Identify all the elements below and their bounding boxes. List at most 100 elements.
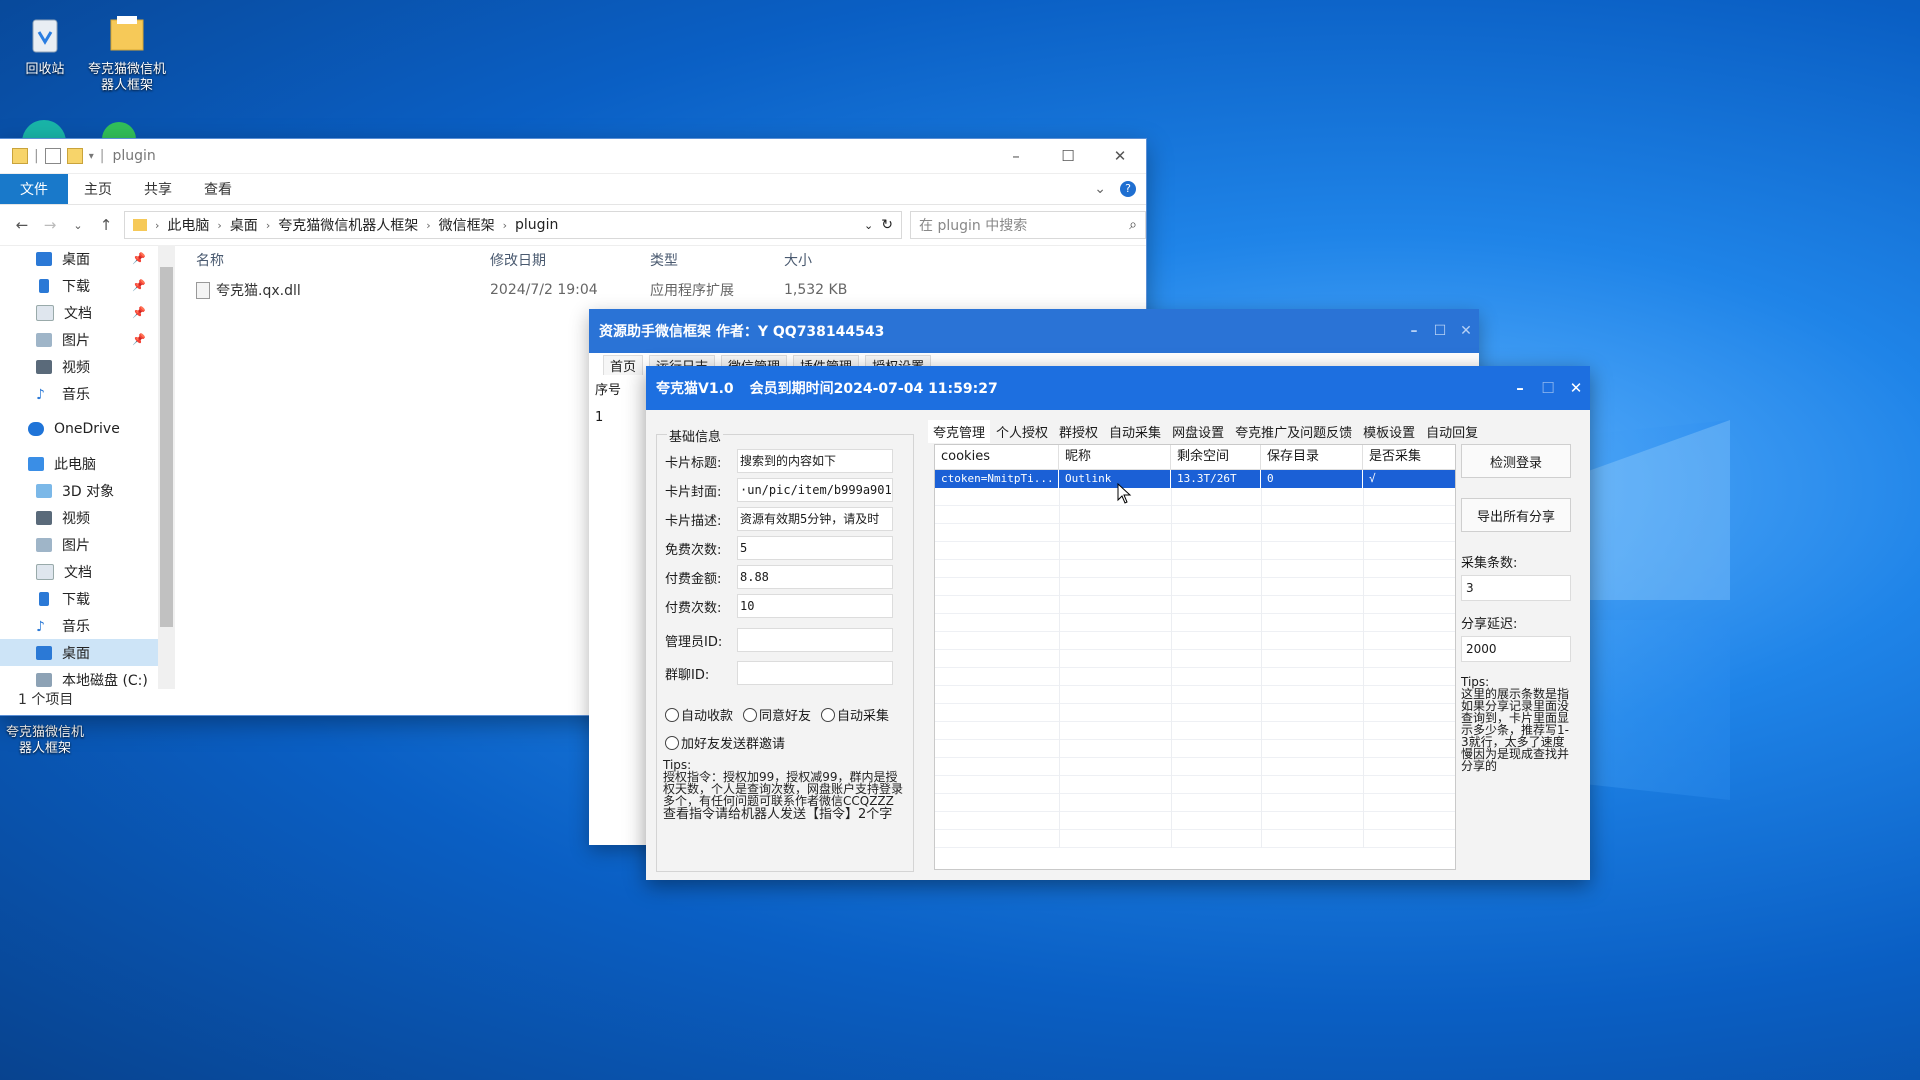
card-desc-input[interactable]: 资源有效期5分钟，请及时 bbox=[737, 507, 893, 531]
empty-grid-rows bbox=[935, 488, 1455, 848]
maximize-icon[interactable]: ☐ bbox=[1042, 147, 1094, 165]
nav-item-desktop-pc[interactable]: 桌面 bbox=[0, 639, 158, 666]
nav-item-documents[interactable]: 文档 📌 bbox=[0, 299, 158, 326]
explorer-title: plugin bbox=[112, 148, 156, 164]
window-title: 资源助手微信框架 作者：Y QQ738144543 bbox=[599, 324, 885, 340]
breadcrumb-item[interactable]: 夸克猫微信机器人框架 bbox=[278, 215, 418, 235]
column-cookies[interactable]: cookies bbox=[935, 445, 1059, 469]
close-icon[interactable]: ✕ bbox=[1453, 323, 1479, 339]
card-cover-input[interactable]: ·un/pic/item/b999a9014c bbox=[737, 478, 893, 502]
tab-template-settings[interactable]: 模板设置 bbox=[1358, 420, 1421, 443]
nav-scrollbar[interactable] bbox=[158, 245, 175, 689]
nav-item-videos-pc[interactable]: 视频 bbox=[0, 504, 158, 531]
collect-count-input[interactable]: 3 bbox=[1461, 575, 1571, 601]
tab-auto-collect[interactable]: 自动采集 bbox=[1104, 420, 1167, 443]
export-all-shares-button[interactable]: 导出所有分享 bbox=[1461, 498, 1571, 532]
ribbon-tab-share[interactable]: 共享 bbox=[128, 174, 188, 204]
search-input[interactable]: 在 plugin 中搜索 ⌕ bbox=[910, 211, 1146, 239]
invite-after-add-radio[interactable]: 加好友发送群邀请 bbox=[665, 733, 785, 752]
quark-framework-folder-shortcut[interactable]: 夸克猫微信机器人框架 bbox=[82, 10, 172, 94]
forward-arrow-icon[interactable]: → bbox=[40, 216, 60, 234]
ribbon-tab-view[interactable]: 查看 bbox=[188, 174, 248, 204]
tab-auto-reply[interactable]: 自动回复 bbox=[1421, 420, 1484, 443]
explorer-titlebar[interactable]: | ▾ | plugin – ☐ ✕ bbox=[0, 139, 1146, 174]
column-free-space[interactable]: 剩余空间 bbox=[1171, 445, 1261, 469]
chevron-down-icon[interactable]: ⌄ bbox=[864, 219, 873, 232]
tab-group-auth[interactable]: 群授权 bbox=[1054, 420, 1104, 443]
column-save-dir[interactable]: 保存目录 bbox=[1261, 445, 1363, 469]
help-icon[interactable]: ? bbox=[1120, 181, 1136, 197]
address-bar[interactable]: › 此电脑 › 桌面 › 夸克猫微信机器人框架 › 微信框架 › plugin ⌄ ↻ bbox=[124, 211, 902, 239]
column-date[interactable]: 修改日期 bbox=[490, 250, 650, 270]
column-nickname[interactable]: 昵称 bbox=[1059, 445, 1171, 469]
close-icon[interactable]: ✕ bbox=[1562, 379, 1590, 397]
breadcrumb-item[interactable]: plugin bbox=[515, 217, 558, 233]
nav-item-onedrive[interactable]: OneDrive bbox=[0, 415, 158, 442]
recycle-bin-shortcut[interactable]: 回收站 bbox=[0, 10, 90, 78]
close-icon[interactable]: ✕ bbox=[1094, 147, 1146, 165]
quark-framework-shortcut[interactable]: 夸克猫微信机器人框架 bbox=[0, 725, 90, 757]
nav-item-downloads-pc[interactable]: 下载 bbox=[0, 585, 158, 612]
tab-personal-auth[interactable]: 个人授权 bbox=[991, 420, 1054, 443]
up-arrow-icon[interactable]: ↑ bbox=[96, 216, 116, 234]
tab-home[interactable]: 首页 bbox=[603, 355, 644, 375]
desktop-icon bbox=[36, 645, 52, 660]
nav-item-this-pc[interactable]: 此电脑 bbox=[0, 450, 158, 477]
folder-icon bbox=[66, 148, 83, 164]
ribbon-tab-home[interactable]: 主页 bbox=[68, 174, 128, 204]
tab-promotion-feedback[interactable]: 夸克推广及问题反馈 bbox=[1230, 420, 1358, 443]
column-collect[interactable]: 是否采集 bbox=[1363, 445, 1453, 469]
chevron-down-icon[interactable]: ▾ bbox=[89, 151, 94, 162]
folder-icon bbox=[12, 148, 28, 164]
table-row[interactable]: ctoken=NmitpTi... Outlink 13.3T/26T 0 √ bbox=[935, 470, 1455, 488]
nav-item-pictures[interactable]: 图片 📌 bbox=[0, 326, 158, 353]
free-count-input[interactable]: 5 bbox=[737, 536, 893, 560]
minimize-icon[interactable]: – bbox=[1506, 379, 1534, 397]
file-row[interactable]: 夸克猫.qx.dll 2024/7/2 19:04 应用程序扩展 1,532 K… bbox=[196, 275, 1146, 305]
scrollbar-thumb[interactable] bbox=[160, 267, 173, 627]
tab-quark-manage[interactable]: 夸克管理 bbox=[928, 420, 991, 443]
quark-cat-window[interactable]: 夸克猫V1.0 会员到期时间2024-07-04 11:59:27 – ☐ ✕ … bbox=[646, 366, 1590, 880]
admin-id-input[interactable] bbox=[737, 628, 893, 652]
refresh-icon[interactable]: ↻ bbox=[881, 217, 893, 233]
nav-item-desktop[interactable]: 桌面 📌 bbox=[0, 245, 158, 272]
pay-amount-input[interactable]: 8.88 bbox=[737, 565, 893, 589]
column-type[interactable]: 类型 bbox=[650, 250, 784, 270]
column-divider bbox=[1171, 488, 1172, 848]
maximize-icon[interactable]: ☐ bbox=[1427, 323, 1453, 339]
recent-chevron-icon[interactable]: ⌄ bbox=[68, 219, 88, 232]
nav-item-3d-objects[interactable]: 3D 对象 bbox=[0, 477, 158, 504]
nav-item-documents-pc[interactable]: 文档 bbox=[0, 558, 158, 585]
pay-amount-row: 付费金额: 8.88 bbox=[665, 565, 893, 589]
group-id-row: 群聊ID: bbox=[665, 661, 893, 685]
nav-item-music-pc[interactable]: ♪ 音乐 bbox=[0, 612, 158, 639]
tab-netdisk-settings[interactable]: 网盘设置 bbox=[1167, 420, 1230, 443]
nav-item-downloads[interactable]: 下载 📌 bbox=[0, 272, 158, 299]
quark-cat-titlebar[interactable]: 夸克猫V1.0 会员到期时间2024-07-04 11:59:27 – ☐ ✕ bbox=[646, 366, 1590, 410]
check-login-button[interactable]: 检测登录 bbox=[1461, 444, 1571, 478]
accept-friend-radio[interactable]: 同意好友 bbox=[743, 705, 811, 724]
column-name[interactable]: 名称 bbox=[196, 250, 490, 270]
nav-item-pictures-pc[interactable]: 图片 bbox=[0, 531, 158, 558]
auto-collect-payment-radio[interactable]: 自动收款 bbox=[665, 705, 733, 724]
maximize-icon[interactable]: ☐ bbox=[1534, 379, 1562, 397]
minimize-icon[interactable]: – bbox=[990, 147, 1042, 165]
back-arrow-icon[interactable]: ← bbox=[12, 216, 32, 234]
group-id-input[interactable] bbox=[737, 661, 893, 685]
card-cover-row: 卡片封面: ·un/pic/item/b999a9014c bbox=[665, 478, 893, 502]
minimize-icon[interactable]: – bbox=[1401, 323, 1427, 339]
resource-helper-titlebar[interactable]: 资源助手微信框架 作者：Y QQ738144543 – ☐ ✕ bbox=[589, 309, 1479, 353]
breadcrumb-item[interactable]: 微信框架 bbox=[439, 215, 495, 235]
share-delay-input[interactable]: 2000 bbox=[1461, 636, 1571, 662]
checkbox-icon[interactable] bbox=[44, 148, 61, 164]
breadcrumb-item[interactable]: 桌面 bbox=[230, 215, 258, 235]
ribbon-tab-file[interactable]: 文件 bbox=[0, 174, 68, 204]
column-size[interactable]: 大小 bbox=[784, 250, 874, 270]
nav-item-music[interactable]: ♪ 音乐 bbox=[0, 380, 158, 407]
expand-ribbon-icon[interactable]: ⌄ bbox=[1094, 181, 1106, 197]
auto-collect-radio[interactable]: 自动采集 bbox=[821, 705, 889, 724]
card-title-input[interactable]: 搜索到的内容如下 bbox=[737, 449, 893, 473]
nav-item-videos[interactable]: 视频 bbox=[0, 353, 158, 380]
pay-count-input[interactable]: 10 bbox=[737, 594, 893, 618]
breadcrumb-item[interactable]: 此电脑 bbox=[167, 215, 209, 235]
